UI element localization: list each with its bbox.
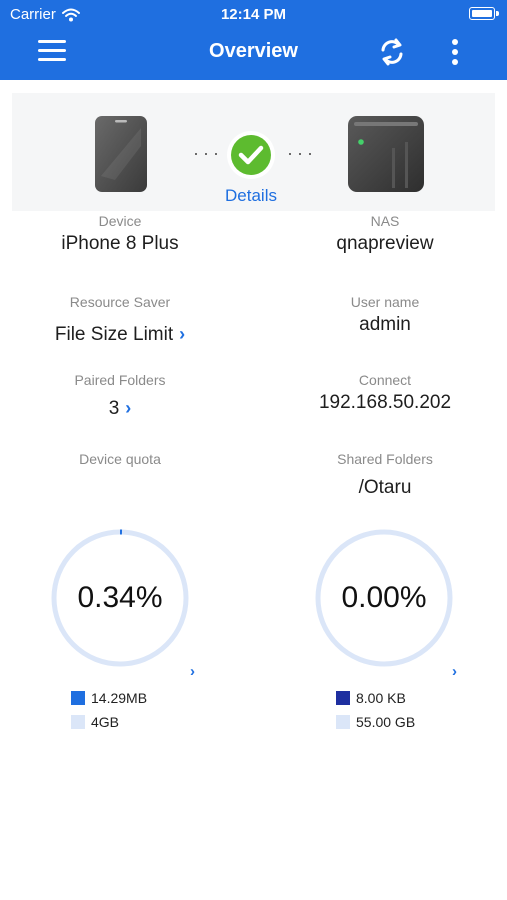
status-time: 12:14 PM [220,6,287,23]
used-swatch [71,691,85,705]
user-name-label: User name [350,294,420,310]
legend-row-used: 8.00 KB [336,686,415,710]
nas-cell: NAS qnapreview [265,213,505,255]
device-used-value: 14.29MB [91,690,148,706]
user-name-cell: User name admin [265,294,505,336]
connection-dots-right: ··· [287,143,317,163]
shared-quota-chevron-icon[interactable]: › [452,663,457,680]
device-value: iPhone 8 Plus [61,233,179,254]
shared-quota-gauge: 0.00% [314,528,454,668]
battery-icon [469,7,499,20]
nas-label: NAS [370,213,400,229]
device-cell: Device iPhone 8 Plus [0,213,240,255]
legend-row-total: 4GB [71,710,147,734]
legend-row-used: 14.29MB [71,686,147,710]
device-quota-percent: 0.34% [77,581,163,614]
chevron-right-icon: › [179,324,186,344]
device-quota-label: Device quota [79,451,161,467]
shared-used-value: 8.00 KB [356,690,406,706]
connected-check-icon [227,131,275,179]
resource-saver-label: Resource Saver [69,294,171,310]
phone-icon [95,116,147,192]
user-name-value: admin [359,314,411,335]
device-quota-gauge: 0.34% [50,528,190,668]
chevron-right-icon: › [125,398,132,418]
connect-value: 192.168.50.202 [318,392,452,413]
total-swatch [336,715,350,729]
device-quota-cell: Device quota [0,451,240,467]
connect-label: Connect [358,372,412,388]
paired-folders-value[interactable]: 3 › [0,398,240,420]
total-swatch [71,715,85,729]
device-quota-chevron-icon[interactable]: › [190,663,195,680]
resource-saver-cell: Resource Saver File Size Limit › [0,294,240,346]
more-vertical-icon [452,39,458,65]
sync-button[interactable] [377,37,407,67]
used-swatch [336,691,350,705]
shared-quota-percent: 0.00% [341,581,427,614]
shared-folders-label: Shared Folders [337,451,433,467]
shared-total-value: 55.00 GB [356,714,416,730]
more-button[interactable] [444,38,466,68]
details-link[interactable]: Details [201,186,301,206]
device-total-value: 4GB [91,714,120,730]
nas-icon [348,116,424,192]
shared-folders-value: /Otaru [358,477,412,498]
legend-row-total: 55.00 GB [336,710,415,734]
shared-quota-legend: 8.00 KB 55.00 GB [336,686,415,734]
connection-dots-left: ··· [193,143,223,163]
paired-folders-label: Paired Folders [74,372,166,388]
connect-cell: Connect 192.168.50.202 [265,372,505,414]
shared-folders-cell: Shared Folders /Otaru [265,451,505,499]
sync-icon [381,38,403,66]
device-quota-legend: 14.29MB 4GB [71,686,147,734]
top-bar: Carrier 12:14 PM Overview [0,0,507,80]
device-label: Device [98,213,142,229]
paired-folders-count: 3 [108,398,120,419]
resource-saver-value[interactable]: File Size Limit › [0,324,240,346]
page-title: Overview [209,40,298,62]
paired-folders-cell: Paired Folders 3 › [0,372,240,420]
resource-saver-text: File Size Limit [54,324,174,345]
nas-value: qnapreview [336,233,434,254]
